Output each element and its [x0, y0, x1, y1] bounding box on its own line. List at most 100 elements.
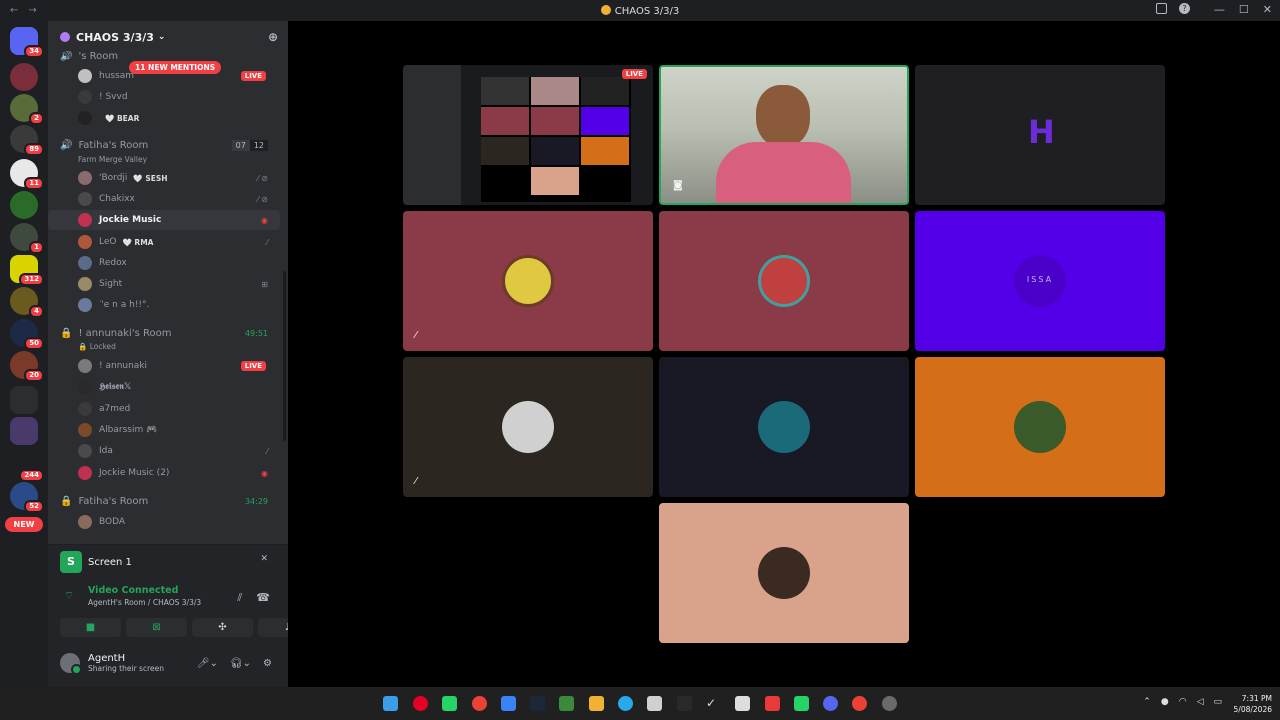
stop-stream-icon[interactable]: ✕ — [260, 554, 268, 564]
store-icon[interactable] — [647, 696, 662, 711]
disconnect-icon[interactable]: ☎ — [256, 591, 270, 605]
participant-tile[interactable]: ISSA — [915, 211, 1165, 351]
server-icon[interactable] — [10, 63, 38, 91]
chevron-up-icon[interactable]: ⌃ — [1143, 697, 1151, 707]
voice-member[interactable]: Jockie Music ◉ — [48, 210, 280, 230]
folder-icon[interactable] — [10, 386, 38, 414]
server-icon[interactable]: 312 — [10, 255, 44, 286]
server-icon[interactable]: 50 — [10, 319, 44, 350]
voice-member[interactable]: 🤍 BEAR — [48, 108, 280, 128]
app-icon[interactable] — [677, 696, 692, 711]
signal-icon[interactable]: ⌔ — [64, 589, 74, 603]
anydesk-icon[interactable] — [765, 696, 780, 711]
voice-member[interactable]: Albarssim 🎮 — [48, 420, 280, 440]
screen-share-preview[interactable]: S Screen 1 — [60, 551, 132, 573]
voice-member[interactable]: 𝕳𝖊𝖎𝖘𝖊𝖓𝕏 — [48, 377, 280, 397]
voice-member[interactable]: Ida ⁄ — [48, 441, 280, 461]
wifi-icon[interactable]: ◠ — [1179, 697, 1187, 707]
telegram-icon[interactable] — [618, 696, 633, 711]
direct-messages-icon[interactable]: 34 — [10, 27, 44, 58]
settings-icon[interactable]: ⚙ — [263, 658, 272, 669]
user-area[interactable]: AgentH Sharing their screen — [60, 653, 164, 675]
todo-icon[interactable]: ✓ — [706, 696, 721, 711]
start-icon[interactable] — [383, 696, 398, 711]
inbox-icon[interactable] — [1156, 3, 1167, 14]
voice-member[interactable]: 'Bordji 🤍 SESH ⁄ ⊘ — [48, 168, 280, 188]
share-screen-button[interactable]: ⊠ — [126, 618, 187, 637]
voice-member[interactable]: LeO 🤍 RMA ⁄ — [48, 232, 280, 252]
participant-tile[interactable]: H — [915, 65, 1165, 205]
server-icon[interactable]: 52 — [10, 482, 44, 513]
muted-icon: ⁄ — [415, 476, 417, 487]
server-icon[interactable] — [10, 417, 38, 445]
participant-tile[interactable] — [659, 357, 909, 497]
add-member-icon[interactable]: ⊕ — [268, 30, 278, 44]
discord-icon[interactable] — [823, 696, 838, 711]
participant-tile[interactable]: ⁄ — [403, 211, 653, 351]
channel-activity: Farm Merge Valley — [78, 155, 148, 164]
microphone-icon[interactable]: 🎤︎⌄ — [197, 658, 218, 669]
clock[interactable]: 7:31 PM 5/08/2026 — [1234, 693, 1272, 715]
voice-member[interactable]: Sight ⊞ — [48, 274, 280, 294]
server-icon[interactable]: 1 — [10, 223, 44, 254]
server-icon[interactable] — [10, 191, 38, 219]
chrome-icon[interactable] — [852, 696, 867, 711]
voice-location[interactable]: AgentH's Room / CHAOS 3/3/3 — [88, 598, 201, 607]
chrome-icon[interactable] — [472, 696, 487, 711]
noise-suppression-icon[interactable]: ⫽ — [237, 591, 242, 605]
participant-tile[interactable] — [915, 357, 1165, 497]
voice-member[interactable]: Jockie Music (2) ◉ — [48, 463, 280, 483]
battery-icon[interactable]: ▭ — [1213, 697, 1222, 707]
server-icon[interactable]: 2 — [10, 94, 44, 125]
user-count: 07 — [231, 139, 250, 151]
maximize-button[interactable]: ☐ — [1239, 3, 1249, 16]
scrollbar[interactable] — [283, 271, 286, 441]
new-mentions-pill[interactable]: 11 NEW MENTIONS — [129, 61, 222, 74]
minimize-button[interactable]: — — [1214, 3, 1225, 16]
file-explorer-icon[interactable] — [589, 696, 604, 711]
voice-member[interactable]: Redox — [48, 253, 280, 273]
voice-status[interactable]: Video Connected — [88, 585, 201, 596]
app-icon[interactable] — [882, 696, 897, 711]
camera-button[interactable]: ■ — [60, 618, 121, 637]
server-icon[interactable]: 244 — [10, 451, 44, 482]
microphone-icon[interactable]: ● — [1161, 697, 1169, 707]
voice-member[interactable]: a7med — [48, 399, 280, 419]
participant-tile[interactable]: ⁄ — [403, 357, 653, 497]
pinterest-icon[interactable] — [413, 696, 428, 711]
guild-header[interactable]: CHAOS 3/3/3 ⌄ ⊕ — [48, 21, 288, 53]
close-button[interactable]: ✕ — [1263, 3, 1272, 16]
app-icon[interactable] — [735, 696, 750, 711]
voice-member[interactable]: ! Svvd — [48, 87, 280, 107]
avatar — [78, 298, 92, 312]
headphones-icon[interactable]: 🎧︎⌄ — [230, 658, 251, 669]
voice-member[interactable]: ! annunaki LIVE — [48, 356, 280, 376]
new-servers-pill[interactable]: NEW — [5, 517, 43, 532]
back-button[interactable]: ← — [10, 5, 18, 16]
activities-button[interactable]: ✣ — [192, 618, 253, 637]
voice-channel[interactable]: 🔒 ! annunaki's Room 49:51 — [48, 324, 280, 342]
whatsapp-icon[interactable] — [442, 696, 457, 711]
volume-icon[interactable]: ◁ — [1197, 697, 1204, 707]
server-icon[interactable]: 89 — [10, 125, 44, 156]
participant-tile[interactable] — [659, 503, 909, 643]
steam-icon[interactable] — [530, 696, 545, 711]
guild-name: CHAOS 3/3/3 — [76, 30, 154, 44]
app-icon[interactable] — [501, 696, 516, 711]
screen-share-tile[interactable]: LIVE — [403, 65, 653, 205]
webcam-tile[interactable]: ◙ — [659, 65, 909, 205]
voice-channel[interactable]: 🔒 Fatiha's Room 34:29 — [48, 492, 280, 510]
app-icon[interactable] — [559, 696, 574, 711]
forward-button[interactable]: → — [28, 5, 36, 16]
server-icon[interactable]: 4 — [10, 287, 44, 318]
whatsapp-icon[interactable] — [794, 696, 809, 711]
voice-channel[interactable]: 🔊 's Room — [48, 51, 280, 61]
voice-member[interactable]: Chakixx ⁄ ⊘ — [48, 189, 280, 209]
voice-member[interactable]: ᐝ'e n a h!!°. — [48, 295, 280, 315]
voice-member[interactable]: BODA — [48, 512, 280, 532]
participant-tile[interactable] — [659, 211, 909, 351]
voice-channel[interactable]: 🔊 Fatiha's Room 07 12 — [48, 136, 280, 154]
help-icon[interactable]: ? — [1179, 3, 1190, 14]
server-icon[interactable]: 11 — [10, 159, 44, 190]
server-icon[interactable]: 20 — [10, 351, 44, 382]
